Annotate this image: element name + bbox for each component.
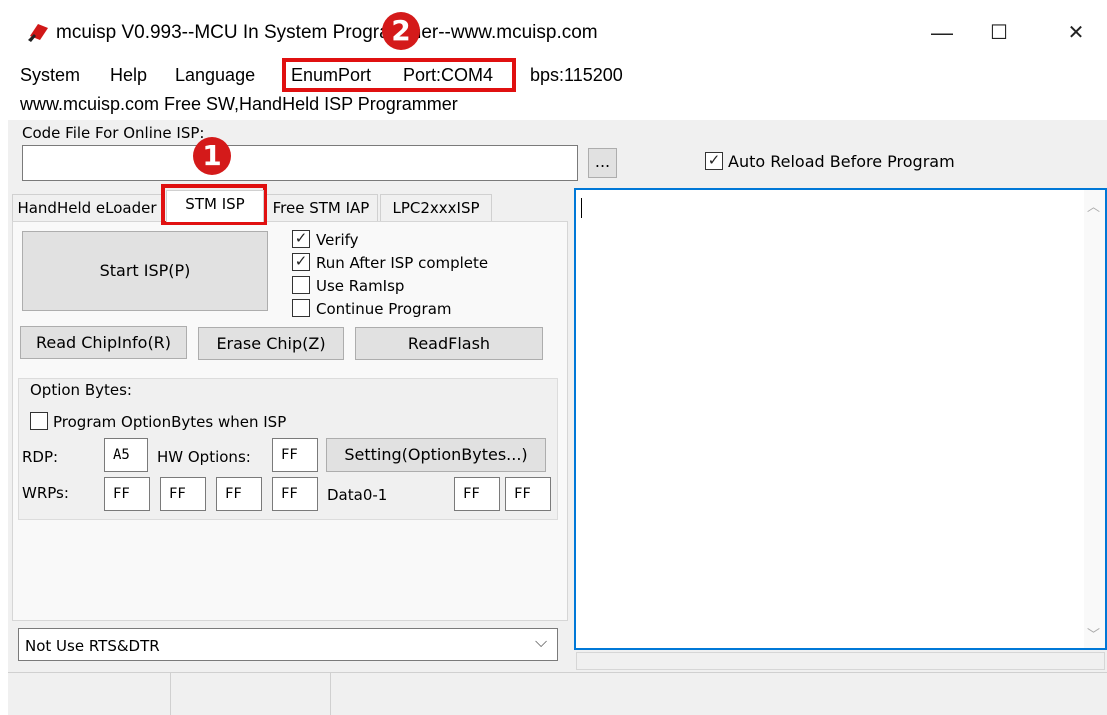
- read-chipinfo-button[interactable]: Read ChipInfo(R): [20, 326, 187, 359]
- rdp-field[interactable]: A5: [104, 438, 148, 472]
- data0-field[interactable]: FF: [454, 477, 500, 511]
- wrp3-field[interactable]: FF: [272, 477, 318, 511]
- read-flash-button[interactable]: ReadFlash: [355, 327, 543, 360]
- menu-system[interactable]: System: [20, 62, 80, 88]
- start-isp-button[interactable]: Start ISP(P): [22, 231, 268, 311]
- scroll-up-icon[interactable]: ︿: [1087, 196, 1100, 215]
- menu-bps[interactable]: bps:115200: [530, 62, 623, 88]
- chevron-down-icon[interactable]: ⌵: [535, 632, 547, 652]
- tab-free-stm-iap[interactable]: Free STM IAP: [264, 194, 378, 222]
- text-caret: [581, 198, 582, 218]
- tab-handheld-eloader[interactable]: HandHeld eLoader: [12, 194, 162, 222]
- use-ramisp-label: Use RamIsp: [316, 277, 405, 295]
- title-bar: mcuisp V0.993--MCU In System Programmer-…: [0, 0, 1107, 62]
- auto-reload-label: Auto Reload Before Program: [728, 152, 955, 171]
- red-chip-icon: [28, 24, 48, 42]
- status-divider: [170, 673, 171, 715]
- rdp-label: RDP:: [22, 448, 59, 466]
- highlight-port-menu: [282, 58, 516, 92]
- wrp2-field[interactable]: FF: [216, 477, 262, 511]
- menu-bar: System Help Language EnumPort Port:COM4 …: [0, 62, 1107, 90]
- status-bar: [8, 672, 1107, 715]
- output-log[interactable]: ︿ ﹀: [574, 188, 1107, 650]
- data1-field[interactable]: FF: [505, 477, 551, 511]
- auto-reload-checkbox[interactable]: ✓: [705, 152, 723, 170]
- app-subtitle: www.mcuisp.com Free SW,HandHeld ISP Prog…: [20, 94, 458, 114]
- status-divider: [330, 673, 331, 715]
- run-after-label: Run After ISP complete: [316, 254, 489, 272]
- program-optionbytes-checkbox[interactable]: [30, 412, 48, 430]
- data0-1-label: Data0-1: [327, 486, 388, 504]
- maximize-button[interactable]: ☐: [975, 18, 1023, 48]
- hw-options-label: HW Options:: [157, 448, 251, 466]
- log-horizontal-bar: [576, 652, 1105, 670]
- browse-button[interactable]: ...: [588, 148, 617, 178]
- erase-chip-button[interactable]: Erase Chip(Z): [198, 327, 344, 360]
- tab-stm-isp[interactable]: STM ISP: [166, 190, 264, 222]
- minimize-button[interactable]: —: [918, 18, 966, 48]
- verify-label: Verify: [316, 231, 359, 249]
- hw-options-field[interactable]: FF: [272, 438, 318, 472]
- menu-language[interactable]: Language: [175, 62, 255, 88]
- menu-help[interactable]: Help: [110, 62, 147, 88]
- step-badge-2: 2: [382, 12, 420, 50]
- setting-optionbytes-button[interactable]: Setting(OptionBytes...): [326, 438, 546, 472]
- wrp0-field[interactable]: FF: [104, 477, 150, 511]
- wrps-label: WRPs:: [22, 484, 69, 502]
- continue-program-checkbox[interactable]: [292, 299, 310, 317]
- rts-dtr-value: Not Use RTS&DTR: [25, 637, 160, 655]
- verify-checkbox[interactable]: ✓: [292, 230, 310, 248]
- use-ramisp-checkbox[interactable]: [292, 276, 310, 294]
- close-button[interactable]: ✕: [1052, 18, 1100, 48]
- option-bytes-label: Option Bytes:: [30, 381, 132, 399]
- tab-lpc2xxxisp[interactable]: LPC2xxxISP: [380, 194, 492, 222]
- wrp1-field[interactable]: FF: [160, 477, 206, 511]
- log-scrollbar[interactable]: ︿ ﹀: [1084, 190, 1105, 648]
- program-optionbytes-label: Program OptionBytes when ISP: [53, 413, 287, 431]
- code-file-label: Code File For Online ISP:: [22, 124, 205, 142]
- run-after-checkbox[interactable]: ✓: [292, 253, 310, 271]
- window-title: mcuisp V0.993--MCU In System Programmer-…: [56, 22, 598, 43]
- step-badge-1: 1: [193, 137, 231, 175]
- scroll-down-icon[interactable]: ﹀: [1087, 624, 1100, 643]
- continue-program-label: Continue Program: [316, 300, 452, 318]
- code-file-input[interactable]: [22, 145, 578, 181]
- rts-dtr-select[interactable]: Not Use RTS&DTR ⌵: [18, 628, 558, 661]
